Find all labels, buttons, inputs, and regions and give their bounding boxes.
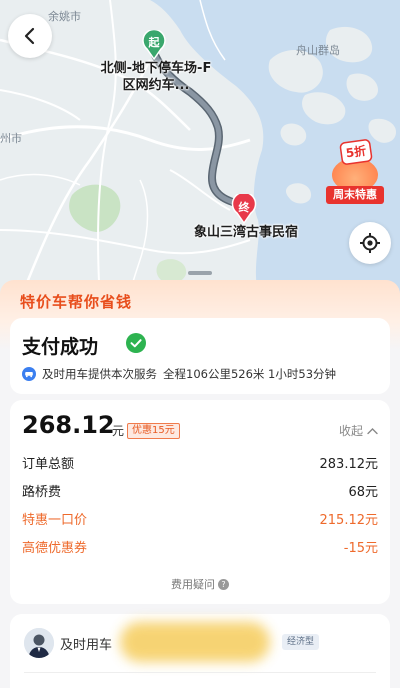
promo-header-title: 特价车帮你省钱 — [20, 293, 133, 311]
back-button[interactable] — [8, 14, 52, 58]
collapse-button[interactable]: 收起 — [339, 422, 378, 439]
fee-row-special-price: 特惠一口价 215.12元 — [22, 508, 378, 528]
start-marker-text: 起 — [148, 36, 160, 49]
fee-row-value: 68元 — [348, 484, 378, 500]
fee-row-label: 订单总额 — [22, 456, 75, 472]
promo-discount: 5折 — [340, 140, 372, 164]
start-marker[interactable]: 起 — [141, 28, 167, 61]
locate-button[interactable] — [349, 222, 391, 264]
map-label-yuyao: 余姚市 — [48, 10, 81, 23]
fee-row-toll: 路桥费 68元 — [22, 480, 378, 500]
crosshair-icon — [360, 233, 380, 253]
chevron-up-icon — [367, 427, 378, 434]
start-location-label: 北侧-地下停车场-F区网约车... — [100, 61, 212, 93]
trip-summary: 全程106公里526米 1小时53分钟 — [163, 367, 337, 381]
end-marker-text: 终 — [238, 201, 250, 214]
map-label-zhoushan: 舟山群岛 — [296, 44, 340, 57]
fee-question-link[interactable]: 费用疑问 ? — [10, 576, 390, 592]
discount-badge: 优惠15元 — [127, 423, 180, 439]
fee-card: 268.12 元 优惠15元 收起 订单总额 283.12元 路桥费 68元 特… — [10, 400, 390, 604]
route-map[interactable]: 余姚市 舟山群岛 州市 起 北侧-地下停车场-F区网约车... 终 象山三湾古事… — [0, 0, 400, 300]
payment-status-card: 支付成功 及时用车提供本次服务 全程106公里526米 1小时53分钟 — [10, 318, 390, 394]
driver-card[interactable]: 及时用车 经济型 — [10, 614, 390, 688]
fee-row-value: 283.12元 — [319, 456, 379, 472]
provider-name: 及时用车 — [60, 638, 113, 653]
fee-question-label: 费用疑问 — [171, 578, 215, 591]
avatar-icon — [24, 628, 54, 658]
driver-avatar — [24, 628, 54, 658]
check-circle-icon — [126, 333, 146, 353]
service-car-icon — [22, 367, 36, 381]
fee-row-value: -15元 — [343, 540, 378, 556]
promo-ribbon: 周末特惠 — [326, 186, 384, 204]
question-icon: ? — [218, 578, 229, 590]
payment-status-title: 支付成功 — [22, 336, 99, 358]
fee-row-value: 215.12元 — [319, 512, 379, 528]
fee-row-order-total: 订单总额 283.12元 — [22, 452, 378, 472]
weekend-promo-badge[interactable]: 5折 周末特惠 — [324, 138, 386, 206]
map-label-city-left: 州市 — [0, 132, 22, 145]
collapse-label: 收起 — [338, 424, 363, 438]
divider — [24, 672, 376, 673]
service-info: 及时用车提供本次服务 全程106公里526米 1小时53分钟 — [22, 366, 336, 382]
chevron-left-icon — [24, 27, 35, 45]
service-provider-text: 及时用车提供本次服务 — [42, 367, 157, 381]
fee-row-label: 特惠一口价 — [22, 512, 88, 528]
fee-row-label: 路桥费 — [22, 484, 62, 500]
car-type-badge: 经济型 — [282, 634, 320, 650]
redacted-area — [120, 622, 270, 662]
fee-row-coupon: 高德优惠券 -15元 — [22, 536, 378, 556]
end-marker[interactable]: 终 — [230, 191, 258, 225]
paid-amount-unit: 元 — [112, 424, 125, 438]
fee-row-label: 高德优惠券 — [22, 540, 88, 556]
paid-amount: 268.12 — [22, 411, 115, 439]
end-location-label: 象山三湾古事民宿 — [193, 225, 298, 240]
drag-handle[interactable] — [188, 271, 212, 275]
